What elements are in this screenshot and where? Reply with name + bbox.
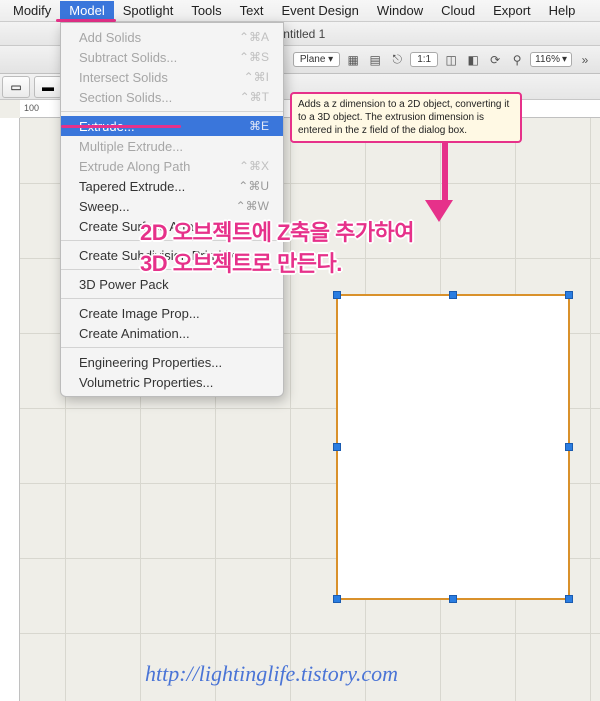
dd-multiple-extrude[interactable]: Multiple Extrude... xyxy=(61,136,283,156)
annotation-line2: 3D 오브젝트로 만든다. xyxy=(140,246,342,278)
watermark-url: http://lightinglife.tistory.com xyxy=(145,661,398,687)
handle-bl[interactable] xyxy=(333,595,341,603)
menu-event-design[interactable]: Event Design xyxy=(273,1,368,20)
handle-tl[interactable] xyxy=(333,291,341,299)
menu-model[interactable]: Model xyxy=(60,1,113,20)
handle-tr[interactable] xyxy=(565,291,573,299)
handle-br[interactable] xyxy=(565,595,573,603)
menu-tools[interactable]: Tools xyxy=(182,1,230,20)
handle-bm[interactable] xyxy=(449,595,457,603)
mode-wireframe[interactable]: ▭ xyxy=(2,76,30,98)
selected-rectangle[interactable] xyxy=(336,294,570,600)
zoom-select[interactable]: 116% ▾ xyxy=(530,52,572,67)
dd-engineering-properties[interactable]: Engineering Properties... xyxy=(61,352,283,372)
menu-modify[interactable]: Modify xyxy=(4,1,60,20)
dd-intersect-solids[interactable]: Intersect Solids⌃⌘I xyxy=(61,67,283,87)
dd-sweep[interactable]: Sweep...⌃⌘W xyxy=(61,196,283,216)
dd-separator xyxy=(61,298,283,299)
annotation-arrow xyxy=(436,140,453,222)
extrude-tooltip: Adds a z dimension to a 2D object, conve… xyxy=(290,92,522,143)
dd-add-solids[interactable]: Add Solids⌃⌘A xyxy=(61,27,283,47)
layer-icon[interactable]: ▦ xyxy=(344,51,362,69)
handle-tm[interactable] xyxy=(449,291,457,299)
sheet-icon[interactable]: ▤ xyxy=(366,51,384,69)
menu-spotlight[interactable]: Spotlight xyxy=(114,1,183,20)
dd-extrude-along-path[interactable]: Extrude Along Path⌃⌘X xyxy=(61,156,283,176)
menu-export[interactable]: Export xyxy=(484,1,540,20)
annotation-line1: 2D 오브젝트에 Z축을 추가하여 xyxy=(140,215,414,247)
dd-section-solids[interactable]: Section Solids...⌃⌘T xyxy=(61,87,283,107)
handle-mr[interactable] xyxy=(565,443,573,451)
mode-shaded[interactable]: ▬ xyxy=(34,76,62,98)
chevron-right-icon[interactable]: » xyxy=(576,51,594,69)
dd-create-image-prop[interactable]: Create Image Prop... xyxy=(61,303,283,323)
menu-window[interactable]: Window xyxy=(368,1,432,20)
dd-create-animation[interactable]: Create Animation... xyxy=(61,323,283,343)
menu-help[interactable]: Help xyxy=(540,1,585,20)
link-icon[interactable]: ⎋ xyxy=(388,51,406,69)
dd-subtract-solids[interactable]: Subtract Solids...⌃⌘S xyxy=(61,47,283,67)
magnifier-icon[interactable]: ⚲ xyxy=(508,51,526,69)
view-icon-b[interactable]: ◧ xyxy=(464,51,482,69)
model-dropdown: Add Solids⌃⌘A Subtract Solids...⌃⌘S Inte… xyxy=(60,22,284,397)
ruler-tick-100: 100 xyxy=(24,103,39,113)
handle-ml[interactable] xyxy=(333,443,341,451)
dd-tapered-extrude[interactable]: Tapered Extrude...⌃⌘U xyxy=(61,176,283,196)
dd-volumetric-properties[interactable]: Volumetric Properties... xyxy=(61,372,283,392)
menubar: Modify Model Spotlight Tools Text Event … xyxy=(0,0,600,22)
view-icon-c[interactable]: ⟳ xyxy=(486,51,504,69)
scale-select[interactable]: 1:1 xyxy=(410,52,438,67)
ruler-vertical xyxy=(0,118,20,701)
menu-cloud[interactable]: Cloud xyxy=(432,1,484,20)
view-icon-a[interactable]: ◫ xyxy=(442,51,460,69)
menu-text[interactable]: Text xyxy=(231,1,273,20)
dd-separator xyxy=(61,347,283,348)
annotation-underline-extrude xyxy=(61,125,181,128)
dd-separator xyxy=(61,111,283,112)
working-plane-select[interactable]: Plane ▾ xyxy=(293,52,340,67)
